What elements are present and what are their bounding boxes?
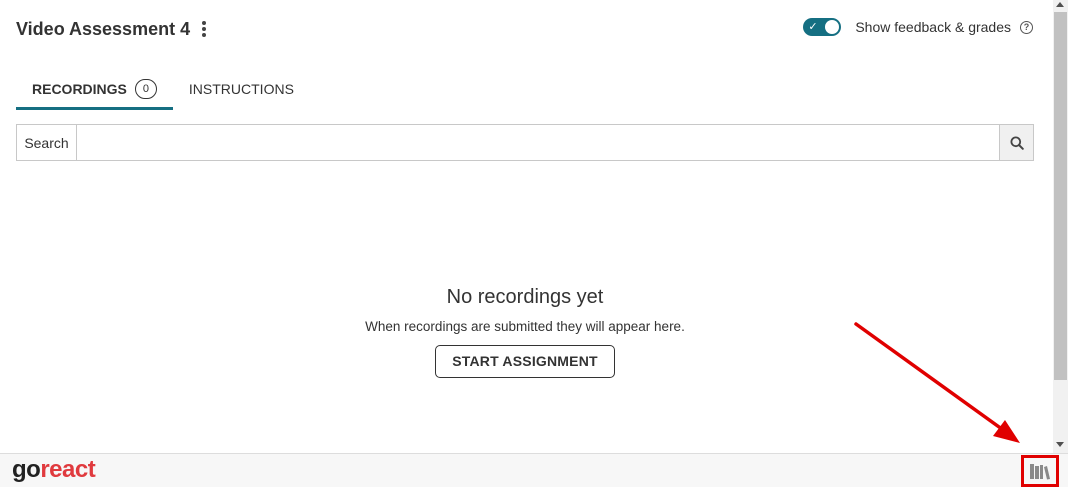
tab-recordings[interactable]: RECORDINGS 0 xyxy=(16,70,173,110)
tab-instructions[interactable]: INSTRUCTIONS xyxy=(173,70,310,108)
logo-react: react xyxy=(40,456,96,483)
tab-bar: RECORDINGS 0 INSTRUCTIONS xyxy=(16,70,310,110)
search-button[interactable] xyxy=(999,125,1033,160)
scroll-up-arrow-icon[interactable] xyxy=(1056,2,1064,7)
show-feedback-toggle[interactable]: ✓ xyxy=(803,18,842,36)
search-bar: Search xyxy=(16,124,1034,161)
logo-go: go xyxy=(12,456,41,483)
empty-state-subtitle: When recordings are submitted they will … xyxy=(365,319,685,334)
search-input[interactable] xyxy=(77,125,999,160)
tab-instructions-label: INSTRUCTIONS xyxy=(188,81,294,97)
scroll-down-arrow-icon[interactable] xyxy=(1056,442,1064,447)
recordings-count-badge: 0 xyxy=(134,78,157,99)
empty-state: No recordings yet When recordings are su… xyxy=(16,286,1034,378)
show-feedback-label: Show feedback & grades xyxy=(855,19,1011,35)
search-label: Search xyxy=(17,125,77,160)
scroll-thumb[interactable] xyxy=(1054,12,1067,380)
check-icon: ✓ xyxy=(808,21,818,33)
tab-recordings-label: RECORDINGS xyxy=(32,80,127,97)
footer-bar: goreact xyxy=(0,453,1068,487)
page-title: Video Assessment 4 xyxy=(16,18,191,39)
more-options-icon[interactable] xyxy=(200,20,208,38)
page-header: Video Assessment 4 xyxy=(16,16,208,42)
feedback-toggle-group: ✓ Show feedback & grades ? xyxy=(803,18,1033,36)
toggle-knob xyxy=(825,20,840,34)
library-books-icon xyxy=(1030,464,1050,480)
scrollbar[interactable] xyxy=(1053,0,1068,453)
library-button[interactable] xyxy=(1021,455,1059,487)
empty-state-title: No recordings yet xyxy=(446,286,604,308)
help-icon[interactable]: ? xyxy=(1020,20,1033,34)
start-assignment-button[interactable]: START ASSIGNMENT xyxy=(435,345,615,378)
search-icon xyxy=(1010,136,1024,150)
goreact-logo: goreact xyxy=(12,456,96,484)
